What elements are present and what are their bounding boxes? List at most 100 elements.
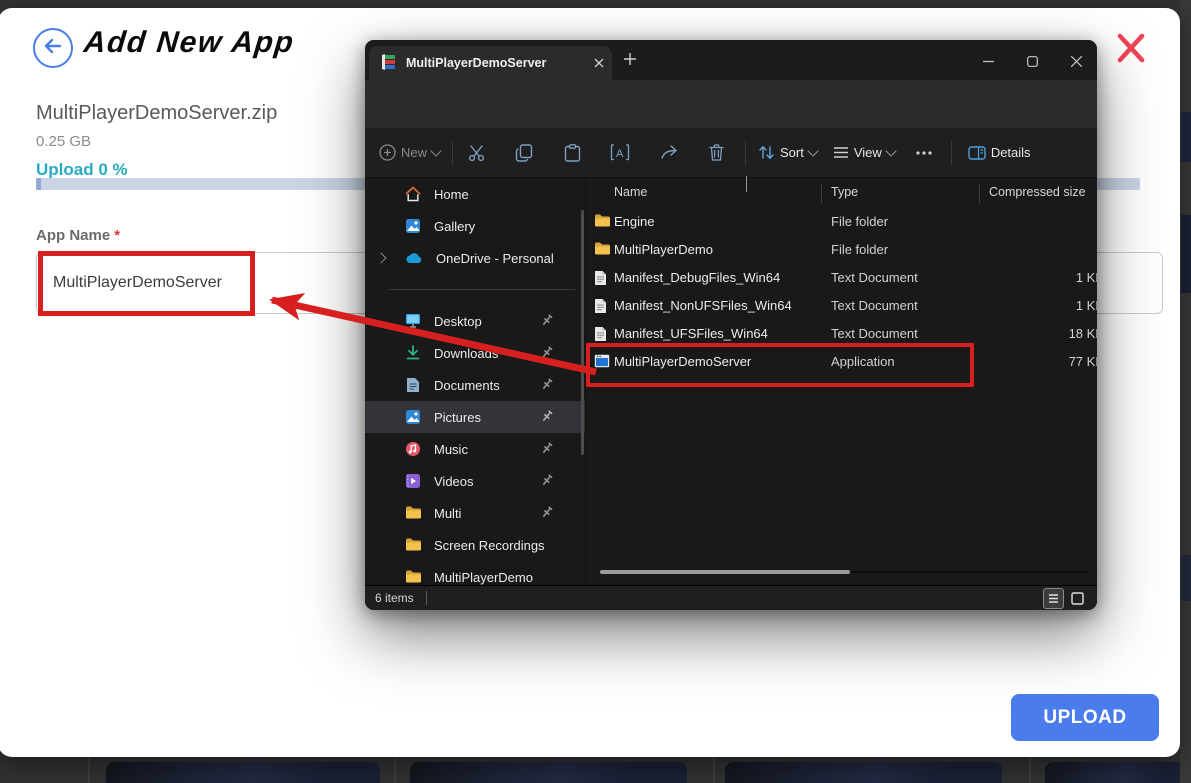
- column-header-name[interactable]: Name: [614, 185, 647, 199]
- window-close-button[interactable]: [1057, 48, 1095, 74]
- minimize-button[interactable]: [969, 48, 1007, 74]
- statusbar-divider: [426, 591, 427, 605]
- file-list-pane: Name Type Compressed size Engine File fo…: [585, 178, 1097, 585]
- upload-progress-fill: [36, 178, 41, 190]
- folder-icon: [594, 214, 610, 230]
- upload-filesize: 0.25 GB: [36, 133, 91, 150]
- background-divider: [88, 757, 90, 783]
- background-divider: [394, 757, 396, 783]
- file-explorer-window: MultiPlayerDemoServer: [365, 40, 1097, 610]
- folder-icon: [405, 506, 421, 522]
- back-button[interactable]: [33, 28, 73, 68]
- background-card: [106, 762, 380, 783]
- explorer-navigation-bar: … MultiPlayerDemoServer Search MultiP: [365, 80, 1097, 128]
- sidebar-item-gallery[interactable]: Gallery: [365, 210, 585, 242]
- required-asterisk: *: [114, 227, 120, 244]
- file-row-manifest-ufsfiles[interactable]: Manifest_UFSFiles_Win64 Text Document 18…: [586, 320, 1097, 348]
- music-icon: [405, 441, 421, 460]
- chevron-down-icon: [807, 145, 818, 156]
- explorer-toolbar: New A Sort View: [365, 128, 1097, 178]
- new-button[interactable]: New: [379, 144, 440, 161]
- column-header-size[interactable]: Compressed size: [989, 185, 1086, 199]
- text-document-icon: [594, 270, 607, 289]
- sidebar-item-desktop[interactable]: Desktop: [365, 305, 585, 337]
- background-divider: [1029, 757, 1031, 783]
- tab-close-icon[interactable]: [594, 56, 604, 71]
- sidebar-item-music[interactable]: Music: [365, 433, 585, 465]
- maximize-button[interactable]: [1013, 48, 1051, 74]
- column-divider[interactable]: [979, 184, 980, 204]
- more-options-button[interactable]: [907, 138, 941, 168]
- items-count: 6 items: [375, 591, 414, 605]
- sidebar-item-pictures[interactable]: Pictures: [365, 401, 585, 433]
- sidebar-item-screen-recordings[interactable]: Screen Recordings: [365, 529, 585, 561]
- file-row-manifest-nonufsfiles[interactable]: Manifest_NonUFSFiles_Win64 Text Document…: [586, 292, 1097, 320]
- pictures-icon: [405, 409, 421, 428]
- explorer-sidebar: Home Gallery OneDrive - Personal Desktop: [365, 178, 585, 585]
- background-card: [725, 762, 1002, 783]
- view-button[interactable]: View: [833, 145, 895, 160]
- details-view-toggle[interactable]: [1043, 588, 1064, 609]
- background-divider: [713, 757, 715, 783]
- paste-button[interactable]: [555, 138, 589, 168]
- sort-button[interactable]: Sort: [758, 145, 817, 160]
- background-card: [410, 762, 687, 783]
- explorer-tab[interactable]: MultiPlayerDemoServer: [369, 46, 612, 80]
- expand-chevron-icon[interactable]: [375, 252, 386, 263]
- back-arrow-icon: [43, 38, 63, 59]
- explorer-titlebar[interactable]: MultiPlayerDemoServer: [365, 40, 1097, 80]
- thumbnail-view-toggle[interactable]: [1068, 589, 1087, 608]
- chevron-down-icon: [885, 145, 896, 156]
- background-fragment: [1181, 112, 1191, 162]
- rename-button[interactable]: A: [603, 138, 637, 168]
- pin-icon: [541, 474, 553, 490]
- downloads-icon: [406, 345, 420, 363]
- horizontal-scrollbar-track: [852, 571, 1089, 573]
- modal-close-button[interactable]: [1112, 30, 1150, 66]
- new-tab-button[interactable]: [623, 52, 637, 69]
- column-header-row: Name Type Compressed size: [586, 180, 1097, 206]
- cut-button[interactable]: [459, 138, 493, 168]
- desktop-icon: [405, 313, 421, 331]
- sidebar-item-onedrive[interactable]: OneDrive - Personal: [365, 242, 585, 274]
- pin-icon: [541, 442, 553, 458]
- pin-icon: [541, 506, 553, 522]
- archive-app-icon: [381, 54, 397, 73]
- sidebar-scrollbar[interactable]: [581, 210, 584, 455]
- file-row-multiplayerdemoserver-app[interactable]: MultiPlayerDemoServer Application 77 KB: [586, 348, 1097, 376]
- pin-icon: [541, 410, 553, 426]
- copy-button[interactable]: [507, 138, 541, 168]
- sort-ascending-caret-icon: [746, 176, 747, 191]
- folder-icon: [594, 242, 610, 258]
- explorer-statusbar: 6 items: [365, 585, 1097, 610]
- close-icon: [1112, 53, 1150, 70]
- horizontal-scrollbar[interactable]: [600, 570, 850, 574]
- column-header-type[interactable]: Type: [831, 185, 858, 199]
- background-fragment: [1181, 215, 1191, 293]
- upload-button[interactable]: UPLOAD: [1011, 694, 1159, 741]
- sidebar-item-documents[interactable]: Documents: [365, 369, 585, 401]
- sidebar-item-home[interactable]: Home: [365, 178, 585, 210]
- sidebar-item-downloads[interactable]: Downloads: [365, 337, 585, 369]
- background-card: [1045, 762, 1191, 783]
- sidebar-item-multi[interactable]: Multi: [365, 497, 585, 529]
- gallery-icon: [405, 218, 421, 237]
- file-row-manifest-debugfiles[interactable]: Manifest_DebugFiles_Win64 Text Document …: [586, 264, 1097, 292]
- background-fragment: [1181, 555, 1191, 601]
- file-row-engine[interactable]: Engine File folder: [586, 208, 1097, 236]
- home-icon: [405, 186, 421, 205]
- onedrive-cloud-icon: [405, 252, 423, 267]
- share-button[interactable]: [651, 138, 685, 168]
- tab-title: MultiPlayerDemoServer: [406, 56, 594, 70]
- delete-button[interactable]: [699, 138, 733, 168]
- pin-icon: [541, 346, 553, 362]
- column-divider[interactable]: [821, 184, 822, 204]
- pin-icon: [541, 378, 553, 394]
- file-row-multiplayerdemo[interactable]: MultiPlayerDemo File folder: [586, 236, 1097, 264]
- documents-icon: [406, 377, 420, 396]
- folder-icon: [405, 538, 421, 554]
- sidebar-item-multiplayerdemo[interactable]: MultiPlayerDemo: [365, 561, 585, 585]
- details-button[interactable]: Details: [968, 145, 1031, 160]
- sidebar-item-videos[interactable]: Videos: [365, 465, 585, 497]
- pin-icon: [541, 314, 553, 330]
